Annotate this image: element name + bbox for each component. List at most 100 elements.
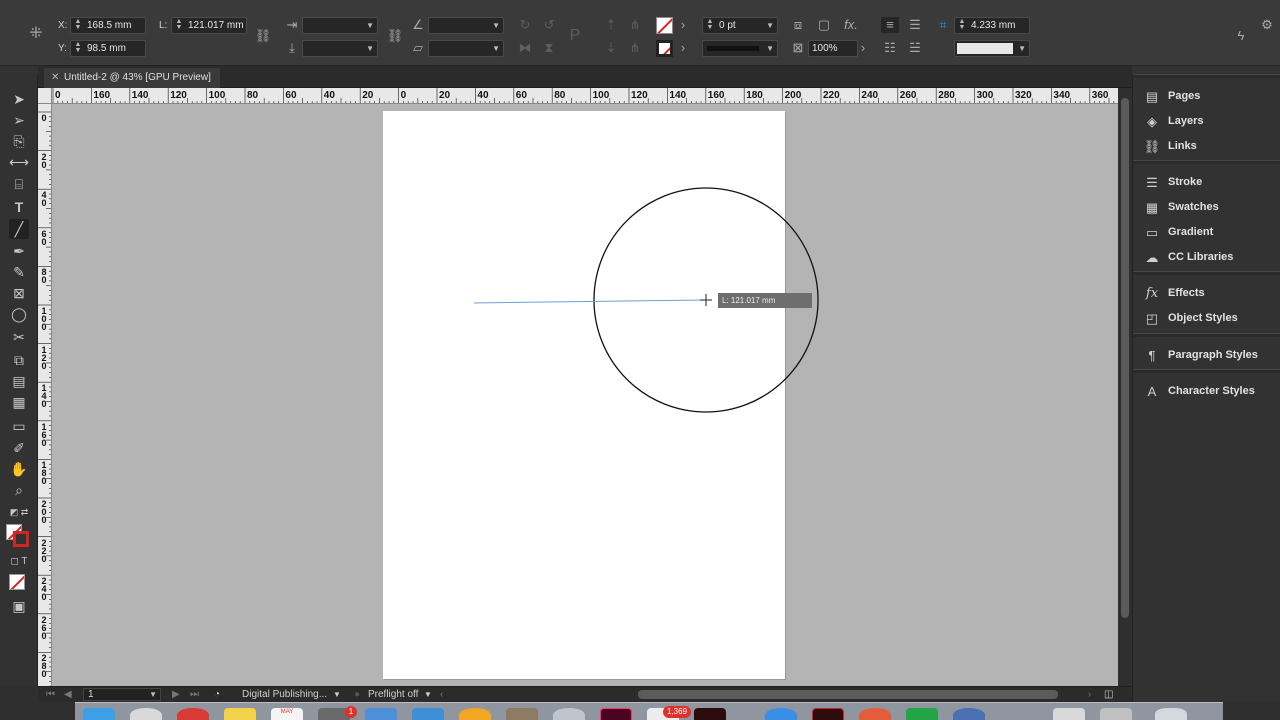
stroke-swatch[interactable]: [656, 40, 673, 57]
panel-tab-effects[interactable]: fx Effects: [1133, 282, 1280, 306]
hand-tool-icon[interactable]: ✋: [9, 459, 29, 479]
ruler-origin[interactable]: [38, 88, 52, 104]
panel-group-grip[interactable]: [1133, 160, 1280, 164]
calendar-icon[interactable]: MAY: [271, 708, 303, 720]
finder-icon[interactable]: [83, 708, 115, 720]
rotate-ccw-icon[interactable]: ↺: [540, 17, 558, 33]
vertical-scroll-thumb[interactable]: [1121, 98, 1129, 618]
safari-icon[interactable]: [765, 708, 797, 720]
next-spread-icon[interactable]: ▶: [172, 688, 180, 702]
panel-tab-swatches[interactable]: ▦ Swatches: [1133, 196, 1280, 220]
scissors-tool-icon[interactable]: ✂: [9, 327, 29, 347]
drop-shadow-icon[interactable]: ⧈: [789, 17, 807, 33]
gradient-feather-tool-icon[interactable]: ▦: [9, 392, 29, 412]
quick-apply-icon[interactable]: ϟ: [1232, 28, 1250, 44]
flip-horizontal-icon[interactable]: ⧓: [516, 40, 534, 56]
text-wrap-jump-icon[interactable]: ☱: [906, 40, 924, 56]
scale-x-dropdown[interactable]: ▼: [302, 17, 378, 34]
content-collector-tool-icon[interactable]: ⌸: [9, 174, 29, 194]
workspace-label[interactable]: Digital Publishing...: [242, 688, 327, 702]
panels-collapse-strip[interactable]: [1132, 66, 1280, 74]
type-tool-icon[interactable]: T: [9, 197, 29, 217]
chevron-down-icon[interactable]: ▼: [424, 688, 432, 702]
app-blue-icon[interactable]: [953, 708, 985, 720]
frame-fitting-icon[interactable]: ▢: [815, 17, 833, 33]
eyedropper-tool-icon[interactable]: ✐: [9, 438, 29, 458]
text-wrap-none-icon[interactable]: ≡: [881, 17, 899, 33]
formatting-affects-icon[interactable]: ◻ T: [9, 552, 29, 572]
panel-group-grip[interactable]: [1133, 369, 1280, 373]
horizontal-scroll-thumb[interactable]: [638, 690, 1058, 699]
close-tab-icon[interactable]: ✕: [51, 68, 59, 88]
page-tool-icon[interactable]: ⎘: [9, 131, 29, 151]
constrain-proportions-icon[interactable]: ⛓: [254, 28, 272, 44]
acrobat-icon[interactable]: [812, 708, 844, 720]
app-orange-icon[interactable]: [459, 708, 491, 720]
app-dark-icon[interactable]: [694, 708, 726, 720]
stroke-weight-field[interactable]: ▲ ▼ 0 pt ▼: [702, 17, 778, 34]
tools-panel-strip[interactable]: [0, 66, 38, 74]
panel-group-grip[interactable]: [1133, 271, 1280, 275]
numbers-icon[interactable]: [906, 708, 938, 720]
scale-y-dropdown[interactable]: ▼: [302, 40, 378, 57]
select-previous-icon[interactable]: ⋔: [626, 40, 644, 56]
pen-tool-icon[interactable]: ✒: [9, 241, 29, 261]
chevron-down-icon[interactable]: ▼: [333, 688, 341, 702]
folder-icon[interactable]: [1100, 708, 1132, 720]
panel-group-grip[interactable]: [1133, 74, 1280, 78]
search-icon[interactable]: [553, 708, 585, 720]
free-transform-tool-icon[interactable]: ⧉: [9, 350, 29, 370]
y-stepper-icon[interactable]: ▲ ▼: [73, 41, 83, 54]
direct-selection-tool-icon[interactable]: ➢: [9, 110, 29, 130]
panel-tab-paragraph-styles[interactable]: ¶ Paragraph Styles: [1133, 344, 1280, 368]
notes-icon[interactable]: [224, 708, 256, 720]
first-spread-icon[interactable]: ⏮: [46, 688, 55, 702]
page-number-field[interactable]: 1 ▼: [83, 688, 161, 701]
pencil-tool-icon[interactable]: ✎: [9, 262, 29, 282]
select-container-icon[interactable]: ⇡: [602, 17, 620, 33]
panel-tab-cc-libraries[interactable]: ☁ CC Libraries: [1133, 246, 1280, 270]
x-position-field[interactable]: ▲ ▼ 168.5 mm: [70, 17, 146, 34]
ellipse-tool-icon[interactable]: ◯: [9, 304, 29, 324]
stroke-weight-stepper-icon[interactable]: ▲ ▼: [705, 18, 715, 31]
panel-tab-stroke[interactable]: ☰ Stroke: [1133, 171, 1280, 195]
link-scale-icon[interactable]: ⛓: [386, 28, 404, 44]
panel-tab-links[interactable]: ⛓ Links: [1133, 135, 1280, 159]
x-stepper-icon[interactable]: ▲ ▼: [73, 18, 83, 31]
previous-spread-icon[interactable]: ◀: [64, 688, 72, 702]
select-content-icon[interactable]: ⇣: [602, 40, 620, 56]
app-red-icon[interactable]: [177, 708, 209, 720]
panel-tab-gradient[interactable]: ▭ Gradient: [1133, 221, 1280, 245]
panel-group-grip[interactable]: [1133, 333, 1280, 337]
panel-tab-character-styles[interactable]: A Character Styles: [1133, 380, 1280, 404]
fill-none-swatch[interactable]: [656, 17, 673, 34]
trash-icon[interactable]: [1155, 708, 1187, 720]
fill-chevron-icon[interactable]: ›: [676, 17, 690, 33]
panel-options-icon[interactable]: ⚙: [1258, 17, 1276, 33]
vertical-scrollbar[interactable]: [1118, 88, 1132, 686]
split-view-icon[interactable]: ◫: [1104, 688, 1113, 702]
pasteboard[interactable]: L: 121.017 mm: [52, 104, 1118, 686]
line-being-drawn[interactable]: [473, 299, 707, 304]
gap-tool-icon[interactable]: ⟷: [9, 152, 29, 172]
scroll-right-icon[interactable]: ›: [1088, 688, 1091, 702]
note-tool-icon[interactable]: ▭: [9, 416, 29, 436]
gradient-swatch-tool-icon[interactable]: ▤: [9, 371, 29, 391]
corner-size-stepper-icon[interactable]: ▲ ▼: [957, 18, 967, 31]
effects-fx-icon[interactable]: fx.: [842, 17, 860, 33]
opacity-chevron-icon[interactable]: ›: [856, 40, 870, 56]
last-spread-icon[interactable]: ⏭: [190, 688, 199, 702]
photos-icon[interactable]: [506, 708, 538, 720]
text-wrap-bbox-icon[interactable]: ☰: [906, 17, 924, 33]
vertical-ruler[interactable]: 0 20 40 60 80 100 120 140 160 180 200 220 240 260 280: [38, 104, 52, 686]
shear-dropdown[interactable]: ▼: [428, 40, 504, 57]
opacity-field[interactable]: 100%: [808, 40, 858, 57]
app-store-icon[interactable]: [365, 708, 397, 720]
selection-tool-icon[interactable]: ➤: [9, 89, 29, 109]
screen-mode-icon[interactable]: ▣: [9, 596, 29, 616]
scroll-left-icon[interactable]: ‹: [440, 688, 443, 702]
line-tool-icon[interactable]: ╱: [9, 219, 29, 239]
reference-point-icon[interactable]: ⁜: [25, 26, 47, 48]
panel-tab-object-styles[interactable]: ◰ Object Styles: [1133, 307, 1280, 331]
rotation-dropdown[interactable]: ▼: [428, 17, 504, 34]
